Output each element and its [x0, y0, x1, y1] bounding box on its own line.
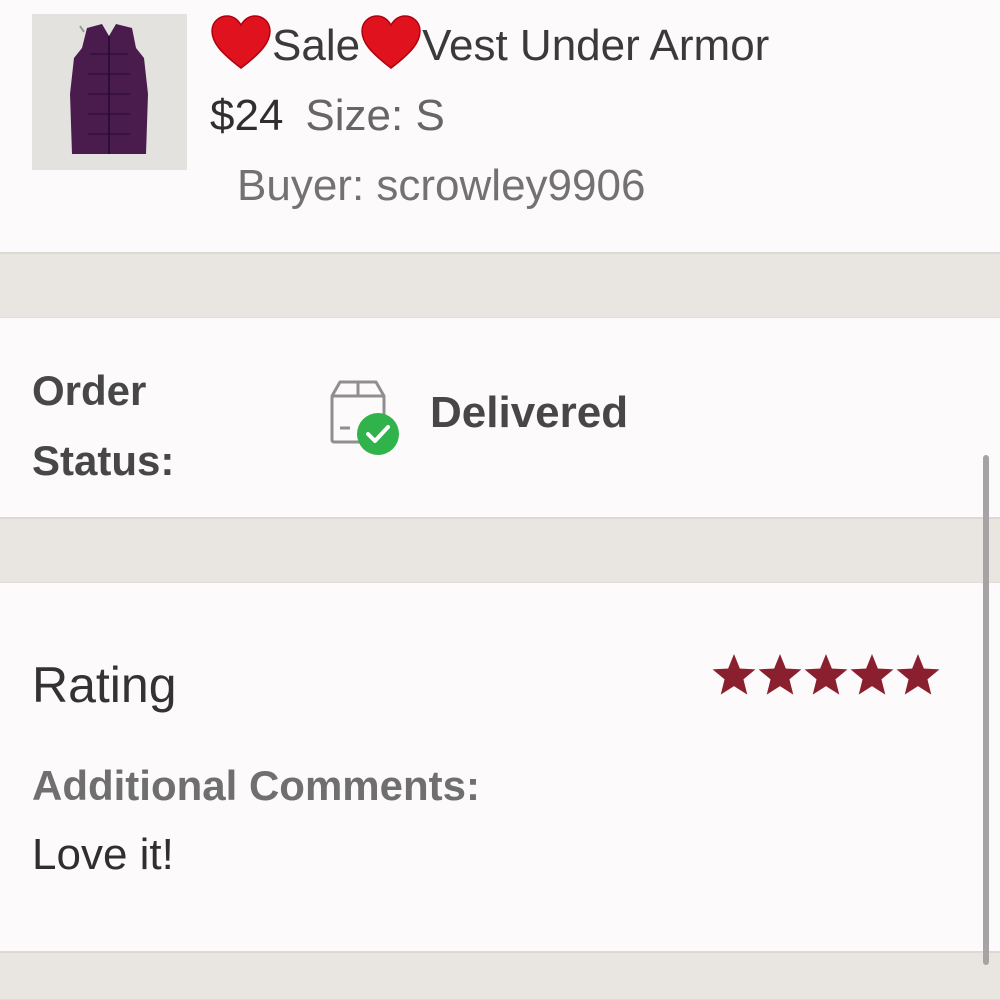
product-thumbnail[interactable]: [32, 14, 187, 170]
star-rating: [712, 653, 942, 697]
price-size-line: $24 Size: S: [210, 86, 445, 146]
order-status-label: Order Status:: [32, 367, 175, 484]
rating-label: Rating: [32, 657, 177, 713]
star-icon: [712, 653, 756, 695]
order-status-value: Delivered: [430, 388, 629, 437]
star-icon: [758, 653, 802, 695]
heart-icon: [211, 15, 271, 69]
package-delivered-icon: [330, 380, 399, 455]
listing-card[interactable]: Sale Vest Under Armor $24 Size: S Buyer: s…: [0, 0, 1000, 252]
additional-comments-label: Additional Comments:: [32, 762, 480, 809]
order-status-card: Order Status: Delivered: [0, 318, 1000, 517]
scrollbar[interactable]: [983, 455, 989, 965]
star-icon: [804, 653, 848, 695]
star-icon: [850, 653, 894, 695]
star-icon: [896, 653, 940, 695]
section-divider: [0, 517, 1000, 583]
listing-title[interactable]: Sale Vest Under Armor: [210, 14, 769, 78]
section-divider: [0, 252, 1000, 318]
vest-photo-icon: [32, 14, 187, 170]
title-sale-text: Sale: [272, 21, 361, 70]
buyer-label[interactable]: Buyer: scrowley9906: [237, 156, 645, 216]
comment-text: Love it!: [32, 830, 174, 879]
price: $24: [210, 91, 284, 140]
rating-card: Rating Additional Comments: Love it!: [0, 583, 1000, 951]
title-item-text: Vest Under Armor: [422, 21, 770, 70]
section-divider: [0, 951, 1000, 1000]
heart-icon: [361, 15, 421, 69]
size: Size: S: [305, 91, 445, 140]
